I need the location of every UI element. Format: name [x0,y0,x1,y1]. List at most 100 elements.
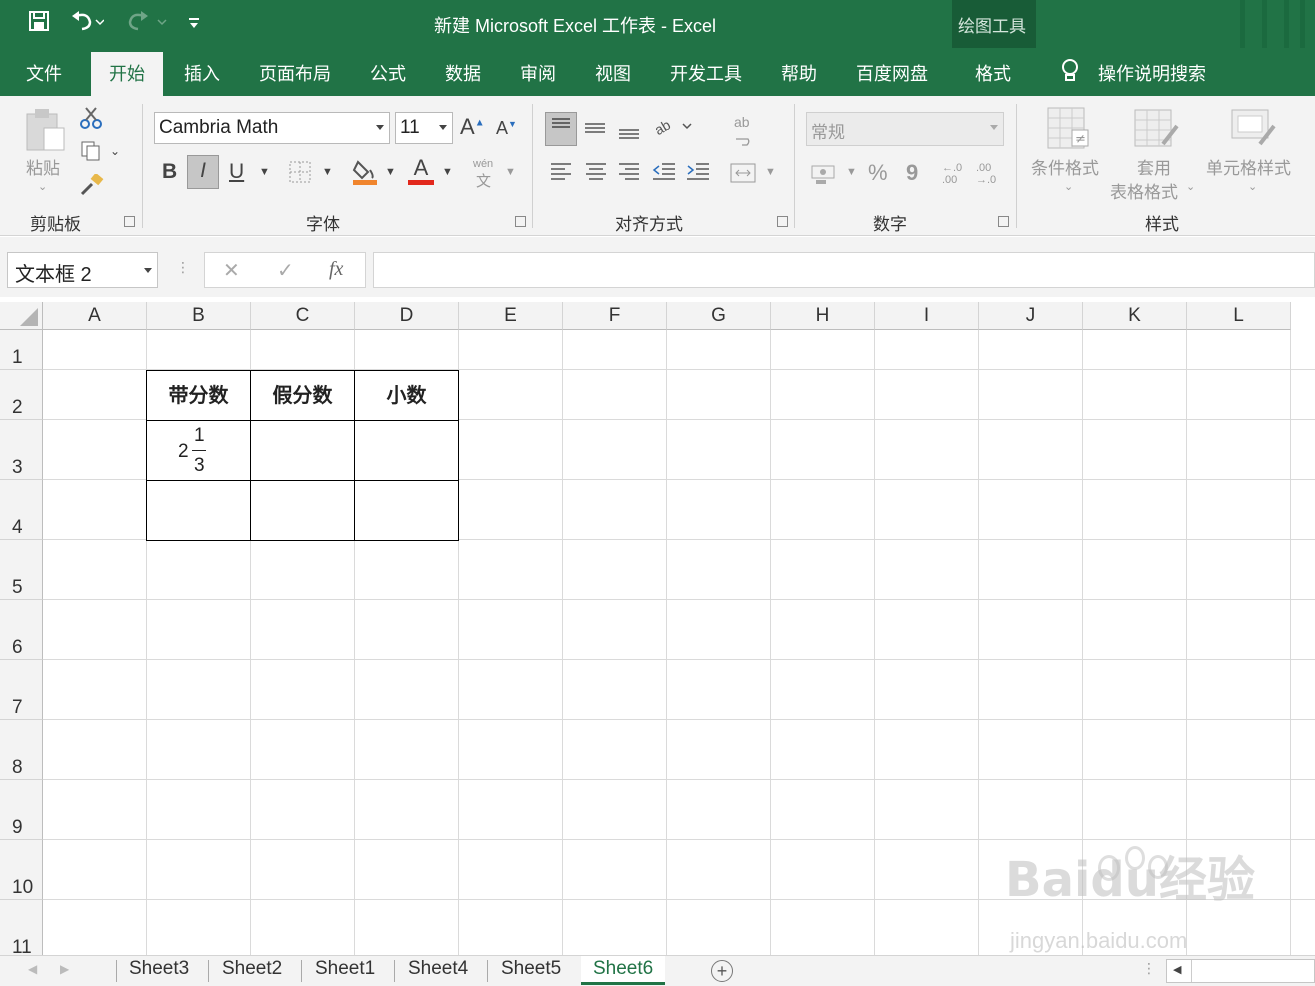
tab-developer[interactable]: 开发工具 [670,60,742,86]
font-name-select[interactable]: Cambria Math [154,112,390,144]
format-painter-icon[interactable] [80,172,104,201]
row-header-3[interactable]: 3 [0,420,43,480]
row-header-5[interactable]: 5 [0,540,43,600]
chevron-down-icon[interactable]: ▼ [259,166,270,178]
row-header-9[interactable]: 9 [0,780,43,840]
fill-color-icon[interactable] [352,158,378,191]
table-header-cell[interactable]: 小数 [354,370,459,421]
chevron-down-icon[interactable]: ▼ [765,166,776,178]
sheet-tab[interactable]: Sheet4 [408,956,468,982]
column-header-l[interactable]: L [1187,302,1291,330]
sheet-tab[interactable]: Sheet3 [129,956,189,982]
new-sheet-button[interactable]: + [711,960,733,982]
sheet-tab[interactable]: Sheet5 [501,956,561,982]
table-header-cell[interactable]: 带分数 [146,370,251,421]
orientation-icon[interactable]: ab [652,116,693,143]
column-header-j[interactable]: J [979,302,1083,330]
column-header-a[interactable]: A [43,302,147,330]
insert-function-button[interactable]: fx [329,258,343,281]
column-header-k[interactable]: K [1083,302,1187,330]
dialog-launcher-icon[interactable] [515,216,526,227]
bold-button[interactable]: B [162,160,177,184]
tab-formulas[interactable]: 公式 [370,60,406,86]
tab-home[interactable]: 开始 [91,52,163,96]
tab-review[interactable]: 审阅 [520,60,556,86]
row-header-7[interactable]: 7 [0,660,43,720]
tell-me-search[interactable]: 操作说明搜索 [1098,60,1206,86]
lightbulb-icon[interactable] [1060,58,1080,89]
font-color-button[interactable]: A [408,156,434,185]
formula-bar-grip[interactable]: ⋮ [176,259,190,276]
scroll-right-icon[interactable]: ▶ [60,962,69,976]
table-cell[interactable] [250,420,355,481]
tab-data[interactable]: 数据 [445,60,481,86]
table-cell[interactable] [146,480,251,541]
tab-insert[interactable]: 插入 [184,60,220,86]
row-header-10[interactable]: 10 [0,840,43,900]
row-header-11[interactable]: 11 [0,900,43,955]
table-header-cell[interactable]: 假分数 [250,370,355,421]
tab-view[interactable]: 视图 [595,60,631,86]
borders-icon[interactable] [288,160,312,189]
chevron-down-icon[interactable]: ▼ [322,166,333,178]
horizontal-scrollbar[interactable]: ◀ [1166,959,1315,983]
table-cell[interactable] [250,480,355,541]
column-header-e[interactable]: E [459,302,563,330]
scroll-left-icon[interactable]: ◀ [1173,963,1181,976]
column-header-f[interactable]: F [563,302,667,330]
chevron-down-icon[interactable]: ▼ [385,166,396,178]
underline-button[interactable]: U [229,160,244,184]
column-header-c[interactable]: C [251,302,355,330]
splitter-icon[interactable]: ⋮ [1142,960,1156,977]
row-header-1[interactable]: 1 [0,330,43,370]
font-size-select[interactable]: 11 [395,112,453,144]
top-align-icon[interactable] [545,112,577,146]
sheet-tab-active[interactable]: Sheet6 [581,956,666,985]
tab-help[interactable]: 帮助 [781,60,817,86]
sheet-tab[interactable]: Sheet2 [222,956,282,982]
align-center-icon[interactable] [585,160,607,189]
cut-icon[interactable] [80,106,102,135]
tab-format[interactable]: 格式 [975,60,1011,86]
customize-qat-icon[interactable] [188,10,200,38]
save-icon[interactable] [28,10,50,38]
column-header-g[interactable]: G [667,302,771,330]
bottom-align-icon[interactable] [617,114,641,147]
tab-file[interactable]: 文件 [26,60,62,86]
row-header-6[interactable]: 6 [0,600,43,660]
select-all-button[interactable] [0,302,43,330]
row-header-2[interactable]: 2 [0,370,43,420]
align-right-icon[interactable] [618,160,640,189]
undo-icon[interactable] [70,10,105,38]
dialog-launcher-icon[interactable] [124,216,135,227]
table-cell[interactable] [354,480,459,541]
wrap-text-button[interactable]: ab [734,114,750,130]
scroll-left-icon[interactable]: ◀ [28,962,37,976]
paste-icon[interactable] [24,106,68,157]
name-box[interactable]: 文本框 2 [7,252,158,288]
column-header-b[interactable]: B [147,302,251,330]
sheet-tab[interactable]: Sheet1 [315,956,375,982]
tab-baidu-netdisk[interactable]: 百度网盘 [856,60,928,86]
tab-page-layout[interactable]: 页面布局 [259,60,331,86]
dialog-launcher-icon[interactable] [777,216,788,227]
increase-indent-icon[interactable] [686,160,710,189]
chevron-down-icon[interactable]: ⌄ [110,144,120,158]
row-header-4[interactable]: 4 [0,480,43,540]
table-cell[interactable] [354,420,459,481]
formula-input[interactable] [373,252,1315,288]
middle-align-icon[interactable] [583,114,607,147]
column-header-h[interactable]: H [771,302,875,330]
row-header-8[interactable]: 8 [0,720,43,780]
paste-label[interactable]: 粘贴 [26,154,60,179]
shrink-font-button[interactable]: A▼ [496,118,517,139]
decrease-indent-icon[interactable] [652,160,676,189]
copy-icon[interactable] [80,140,102,167]
grow-font-button[interactable]: A▲ [460,114,485,140]
column-header-i[interactable]: I [875,302,979,330]
column-header-d[interactable]: D [355,302,459,330]
phonetic-guide-button[interactable]: wén [473,158,493,170]
merge-center-icon[interactable] [730,162,756,189]
italic-button[interactable]: I [187,155,219,189]
chevron-down-icon[interactable]: ▼ [442,166,453,178]
